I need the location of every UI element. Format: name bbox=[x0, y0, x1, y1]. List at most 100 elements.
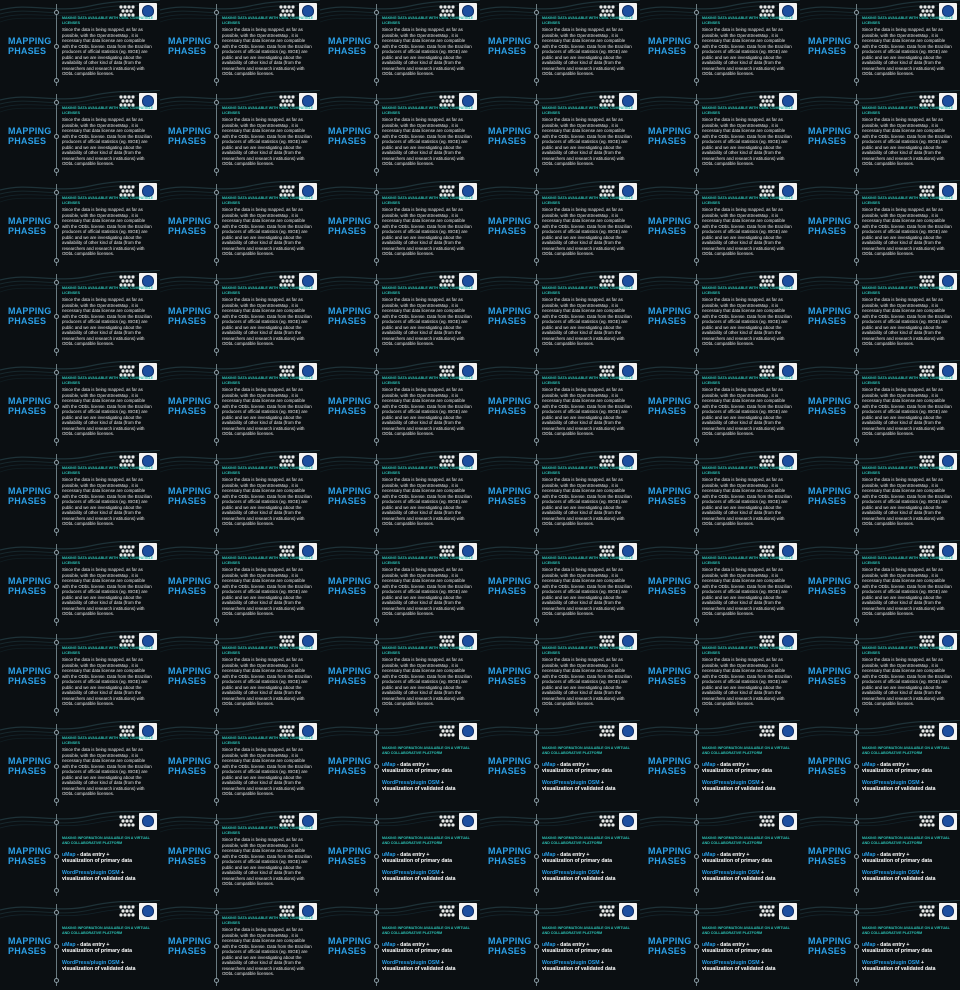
slide-thumbnail[interactable]: MAPPING PHASES MAKING DATA AVAILABLE WIT… bbox=[320, 270, 480, 360]
slide-thumbnail[interactable]: MAPPING PHASES MAKING DATA AVAILABLE WIT… bbox=[320, 540, 480, 630]
slide-thumbnail[interactable]: MAPPING PHASES MAKING DATA AVAILABLE WIT… bbox=[480, 540, 640, 630]
slide-thumbnail[interactable]: MAPPING PHASES MAKING DATA AVAILABLE WIT… bbox=[160, 450, 320, 540]
timeline-node bbox=[534, 910, 539, 915]
slide-thumbnail[interactable]: MAPPING PHASES MAKING DATA AVAILABLE WIT… bbox=[160, 810, 320, 900]
slide-thumbnail[interactable]: MAPPING PHASES MAKING DATA AVAILABLE WIT… bbox=[640, 270, 800, 360]
slide-thumbnail[interactable]: MAPPING PHASES MAKING DATA AVAILABLE WIT… bbox=[800, 540, 960, 630]
timeline-node bbox=[54, 640, 59, 645]
slide-thumbnail[interactable]: MAPPING PHASES MAKING DATA AVAILABLE WIT… bbox=[800, 180, 960, 270]
slide-thumbnail[interactable]: MAPPING PHASES MAKING DATA AVAILABLE WIT… bbox=[320, 360, 480, 450]
section-body: Since the data is being mapped, as far a… bbox=[222, 297, 312, 346]
slide-thumbnail[interactable]: MAPPING PHASES MAKING DATA AVAILABLE WIT… bbox=[480, 360, 640, 450]
slide-thumbnail[interactable]: MAPPING PHASES MAKING DATA AVAILABLE WIT… bbox=[480, 90, 640, 180]
slide-thumbnail[interactable]: MAPPING PHASES MAKING DATA AVAILABLE WIT… bbox=[640, 450, 800, 540]
slide-thumbnail[interactable]: MAPPING PHASES MAKING DATA AVAILABLE WIT… bbox=[320, 0, 480, 90]
slide-thumbnail[interactable]: MAPPING PHASES MAKING INFORMATION AVAILA… bbox=[480, 810, 640, 900]
slide-thumbnail[interactable]: MAPPING PHASES MAKING DATA AVAILABLE WIT… bbox=[320, 630, 480, 720]
slide-thumbnail[interactable]: MAPPING PHASES MAKING DATA AVAILABLE WIT… bbox=[480, 270, 640, 360]
slide-thumbnail[interactable]: MAPPING PHASES MAKING DATA AVAILABLE WIT… bbox=[160, 0, 320, 90]
timeline-node bbox=[54, 78, 59, 83]
timeline-node bbox=[54, 370, 59, 375]
section-heading: MAKING INFORMATION AVAILABLE ON A VIRTUA… bbox=[62, 926, 150, 935]
timeline-node bbox=[54, 708, 59, 713]
section-heading: MAKING DATA AVAILABLE WITH ODBL COMPATIB… bbox=[222, 646, 314, 655]
timeline-node bbox=[54, 854, 59, 859]
slide-thumbnail[interactable]: MAPPING PHASES MAKING DATA AVAILABLE WIT… bbox=[0, 720, 160, 810]
slide-thumbnail[interactable]: MAPPING PHASES MAKING DATA AVAILABLE WIT… bbox=[320, 450, 480, 540]
slide-thumbnail[interactable]: MAPPING PHASES MAKING INFORMATION AVAILA… bbox=[480, 900, 640, 990]
slide-thumbnail[interactable]: MAPPING PHASES MAKING DATA AVAILABLE WIT… bbox=[480, 180, 640, 270]
slide-thumbnail[interactable]: MAPPING PHASES MAKING INFORMATION AVAILA… bbox=[320, 720, 480, 810]
slide-thumbnail[interactable]: MAPPING PHASES MAKING DATA AVAILABLE WIT… bbox=[0, 270, 160, 360]
slide-thumbnail[interactable]: MAPPING PHASES MAKING DATA AVAILABLE WIT… bbox=[0, 0, 160, 90]
slide-thumbnail[interactable]: MAPPING PHASES MAKING DATA AVAILABLE WIT… bbox=[0, 450, 160, 540]
slide-thumbnail[interactable]: MAPPING PHASES MAKING DATA AVAILABLE WIT… bbox=[800, 90, 960, 180]
timeline-node bbox=[534, 820, 539, 825]
timeline-node bbox=[534, 78, 539, 83]
timeline-node bbox=[694, 280, 699, 285]
slide-thumbnail[interactable]: MAPPING PHASES MAKING DATA AVAILABLE WIT… bbox=[0, 630, 160, 720]
slide-title: MAPPING PHASES bbox=[648, 936, 692, 956]
slide-thumbnail[interactable]: MAPPING PHASES MAKING DATA AVAILABLE WIT… bbox=[0, 90, 160, 180]
slide-title: MAPPING PHASES bbox=[488, 486, 532, 506]
slide-thumbnail[interactable]: MAPPING PHASES MAKING DATA AVAILABLE WIT… bbox=[160, 270, 320, 360]
slide-title: MAPPING PHASES bbox=[648, 306, 692, 326]
slide-thumbnail[interactable]: MAPPING PHASES MAKING DATA AVAILABLE WIT… bbox=[0, 360, 160, 450]
slide-thumbnail[interactable]: MAPPING PHASES MAKING INFORMATION AVAILA… bbox=[640, 810, 800, 900]
slide-thumbnail[interactable]: MAPPING PHASES MAKING DATA AVAILABLE WIT… bbox=[160, 180, 320, 270]
slide-thumbnail[interactable]: MAPPING PHASES MAKING DATA AVAILABLE WIT… bbox=[0, 180, 160, 270]
slide-thumbnail[interactable]: MAPPING PHASES MAKING INFORMATION AVAILA… bbox=[0, 810, 160, 900]
slide-thumbnail[interactable]: MAPPING PHASES MAKING INFORMATION AVAILA… bbox=[800, 720, 960, 810]
slide-thumbnail[interactable]: MAPPING PHASES MAKING INFORMATION AVAILA… bbox=[480, 720, 640, 810]
slide-thumbnail[interactable]: MAPPING PHASES MAKING DATA AVAILABLE WIT… bbox=[320, 180, 480, 270]
section-heading: MAKING DATA AVAILABLE WITH ODBL COMPATIB… bbox=[702, 376, 794, 385]
slide-thumbnail[interactable]: MAPPING PHASES MAKING DATA AVAILABLE WIT… bbox=[640, 540, 800, 630]
section-body: Since the data is being mapped, as far a… bbox=[862, 477, 952, 526]
slide-thumbnail[interactable]: MAPPING PHASES MAKING DATA AVAILABLE WIT… bbox=[160, 540, 320, 630]
slide-thumbnail[interactable]: MAPPING PHASES MAKING DATA AVAILABLE WIT… bbox=[800, 360, 960, 450]
section-body: Since the data is being mapped, as far a… bbox=[382, 27, 472, 76]
slide-thumbnail[interactable]: MAPPING PHASES MAKING DATA AVAILABLE WIT… bbox=[0, 540, 160, 630]
slide-thumbnail[interactable]: MAPPING PHASES MAKING DATA AVAILABLE WIT… bbox=[640, 360, 800, 450]
slide-thumbnail[interactable]: MAPPING PHASES MAKING DATA AVAILABLE WIT… bbox=[320, 90, 480, 180]
slide-thumbnail[interactable]: MAPPING PHASES MAKING DATA AVAILABLE WIT… bbox=[480, 0, 640, 90]
slide-thumbnail[interactable]: MAPPING PHASES MAKING INFORMATION AVAILA… bbox=[0, 900, 160, 990]
slide-thumbnail[interactable]: MAPPING PHASES MAKING DATA AVAILABLE WIT… bbox=[160, 90, 320, 180]
slide-thumbnail[interactable]: MAPPING PHASES MAKING DATA AVAILABLE WIT… bbox=[640, 630, 800, 720]
slide-thumbnail[interactable]: MAPPING PHASES MAKING DATA AVAILABLE WIT… bbox=[640, 90, 800, 180]
slide-thumbnail[interactable]: MAPPING PHASES MAKING DATA AVAILABLE WIT… bbox=[800, 270, 960, 360]
slide-thumbnail[interactable]: MAPPING PHASES MAKING INFORMATION AVAILA… bbox=[640, 720, 800, 810]
slide-thumbnail[interactable]: MAPPING PHASES MAKING INFORMATION AVAILA… bbox=[320, 810, 480, 900]
timeline-node bbox=[374, 674, 379, 679]
timeline-node bbox=[214, 314, 219, 319]
slide-thumbnail[interactable]: MAPPING PHASES MAKING DATA AVAILABLE WIT… bbox=[160, 900, 320, 990]
slide-thumbnail[interactable]: MAPPING PHASES MAKING DATA AVAILABLE WIT… bbox=[480, 450, 640, 540]
platform-line-wordpress: WordPress/plugin OSM + visualization of … bbox=[862, 960, 958, 972]
umap-desc-tail: visualization of primary data bbox=[382, 858, 453, 864]
timeline-node bbox=[214, 134, 219, 139]
section-body: Since the data is being mapped, as far a… bbox=[62, 477, 152, 526]
slide-thumbnail[interactable]: MAPPING PHASES MAKING INFORMATION AVAILA… bbox=[320, 900, 480, 990]
timeline-node bbox=[534, 618, 539, 623]
network-logo-icon bbox=[919, 815, 935, 827]
wordpress-desc-tail: visualization of validated data bbox=[382, 966, 456, 972]
slide-thumbnail[interactable]: MAPPING PHASES MAKING DATA AVAILABLE WIT… bbox=[160, 630, 320, 720]
slide-thumbnail[interactable]: MAPPING PHASES MAKING DATA AVAILABLE WIT… bbox=[160, 720, 320, 810]
section-body: Since the data is being mapped, as far a… bbox=[222, 657, 312, 706]
slide-thumbnail[interactable]: MAPPING PHASES MAKING DATA AVAILABLE WIT… bbox=[480, 630, 640, 720]
slide-thumbnail[interactable]: MAPPING PHASES MAKING DATA AVAILABLE WIT… bbox=[800, 630, 960, 720]
slide-thumbnail[interactable]: MAPPING PHASES MAKING INFORMATION AVAILA… bbox=[800, 810, 960, 900]
slide-thumbnail[interactable]: MAPPING PHASES MAKING INFORMATION AVAILA… bbox=[800, 900, 960, 990]
slide-title: MAPPING PHASES bbox=[488, 36, 532, 56]
platform-line-wordpress: WordPress/plugin OSM + visualization of … bbox=[702, 780, 798, 792]
slide-thumbnail[interactable]: MAPPING PHASES MAKING DATA AVAILABLE WIT… bbox=[800, 0, 960, 90]
slide-thumbnail[interactable]: MAPPING PHASES MAKING INFORMATION AVAILA… bbox=[640, 900, 800, 990]
wordpress-desc-tail: visualization of validated data bbox=[862, 786, 936, 792]
timeline-node bbox=[854, 314, 859, 319]
section-body: Since the data is being mapped, as far a… bbox=[542, 27, 632, 76]
slide-thumbnail[interactable]: MAPPING PHASES MAKING DATA AVAILABLE WIT… bbox=[160, 360, 320, 450]
slide-thumbnail[interactable]: MAPPING PHASES MAKING DATA AVAILABLE WIT… bbox=[640, 180, 800, 270]
slide-thumbnail[interactable]: MAPPING PHASES MAKING DATA AVAILABLE WIT… bbox=[800, 450, 960, 540]
slide-thumbnail[interactable]: MAPPING PHASES MAKING DATA AVAILABLE WIT… bbox=[640, 0, 800, 90]
timeline-node bbox=[54, 258, 59, 263]
